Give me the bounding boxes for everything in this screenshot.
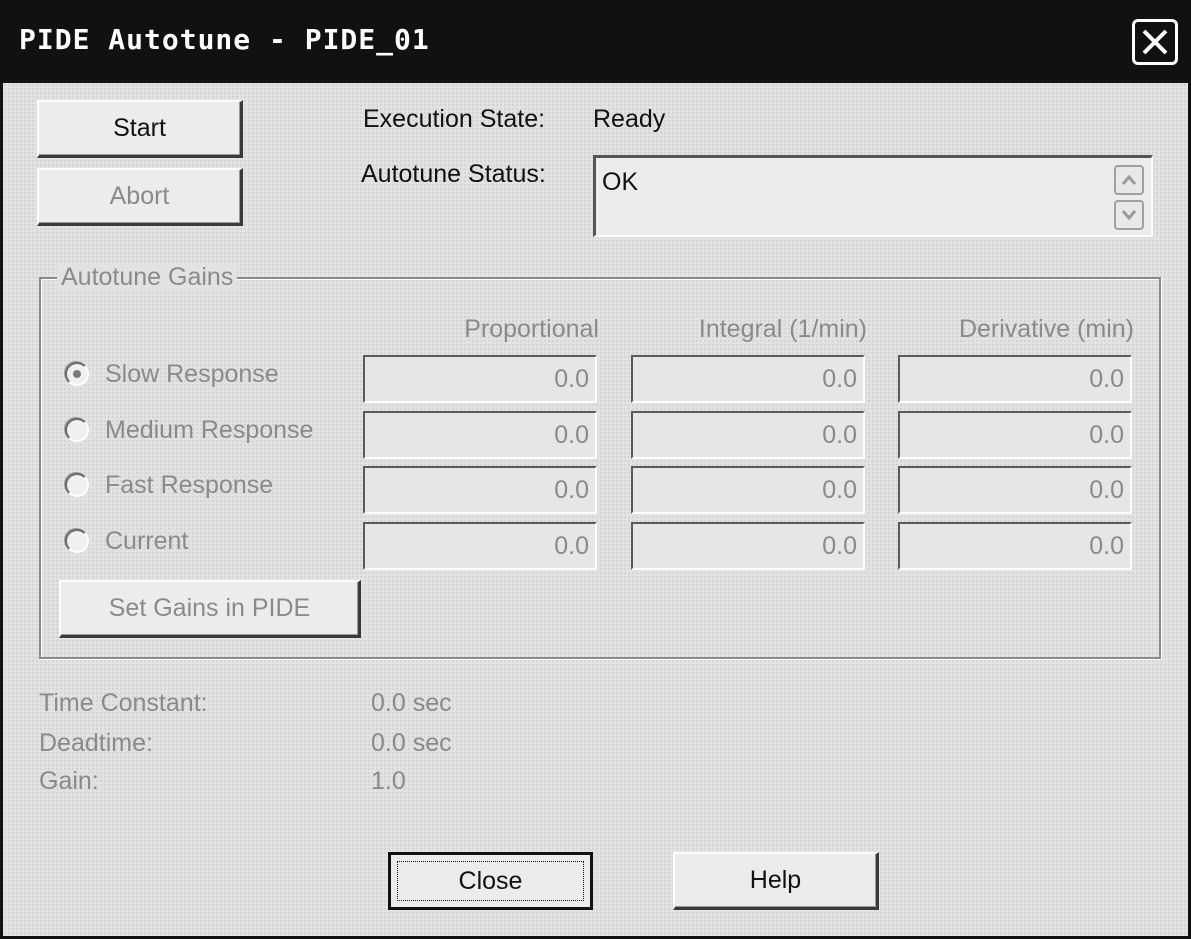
gain-value: 1.0 <box>371 767 406 795</box>
window-close-button[interactable] <box>1132 19 1178 65</box>
autotune-dialog: PIDE Autotune - PIDE_01 Start Abort Exec… <box>0 0 1191 939</box>
set-gains-button-label: Set Gains in PIDE <box>108 594 311 622</box>
field-fast-integral: 0.0 <box>631 466 865 514</box>
field-slow-derivative: 0.0 <box>898 355 1132 403</box>
field-fast-proportional: 0.0 <box>363 466 597 514</box>
radio-slow-response[interactable] <box>65 362 89 386</box>
time-constant-value: 0.0 sec <box>371 689 452 717</box>
close-icon <box>1142 29 1168 55</box>
field-medium-proportional: 0.0 <box>363 411 597 459</box>
column-header-derivative: Derivative (min) <box>958 315 1134 343</box>
chevron-up-icon <box>1121 174 1137 185</box>
abort-button[interactable]: Abort <box>37 168 243 226</box>
gain-label: Gain: <box>39 767 99 795</box>
close-button-label: Close <box>458 866 523 895</box>
start-button-label: Start <box>113 114 166 142</box>
close-button[interactable]: Close <box>388 852 593 910</box>
execution-state-value: Ready <box>593 105 666 133</box>
field-current-integral: 0.0 <box>631 522 865 570</box>
column-header-proportional: Proportional <box>464 315 599 343</box>
deadtime-value: 0.0 sec <box>371 729 452 757</box>
field-fast-derivative: 0.0 <box>898 466 1132 514</box>
scroll-up-button[interactable] <box>1114 165 1144 195</box>
set-gains-button[interactable]: Set Gains in PIDE <box>59 580 361 638</box>
field-current-proportional: 0.0 <box>363 522 597 570</box>
radio-medium-response[interactable] <box>65 418 89 442</box>
autotune-status-box[interactable]: OK <box>593 155 1153 237</box>
help-button-label: Help <box>749 866 802 894</box>
field-slow-integral: 0.0 <box>631 355 865 403</box>
label-fast-response[interactable]: Fast Response <box>105 471 273 500</box>
field-medium-integral: 0.0 <box>631 411 865 459</box>
time-constant-label: Time Constant: <box>39 689 208 717</box>
start-button[interactable]: Start <box>37 100 243 158</box>
help-button[interactable]: Help <box>673 852 879 910</box>
radio-current[interactable] <box>65 529 89 553</box>
autotune-status-value: OK <box>602 168 639 196</box>
label-medium-response[interactable]: Medium Response <box>105 416 313 445</box>
label-slow-response[interactable]: Slow Response <box>105 360 279 389</box>
radio-selected-dot <box>73 370 81 378</box>
field-slow-proportional: 0.0 <box>363 355 597 403</box>
autotune-gains-legend: Autotune Gains <box>57 263 238 292</box>
abort-button-label: Abort <box>109 182 170 210</box>
execution-state-label: Execution State: <box>363 105 546 133</box>
deadtime-label: Deadtime: <box>39 729 153 757</box>
autotune-status-label: Autotune Status: <box>361 160 546 188</box>
radio-fast-response[interactable] <box>65 473 89 497</box>
field-current-derivative: 0.0 <box>898 522 1132 570</box>
title-bar[interactable]: PIDE Autotune - PIDE_01 <box>3 3 1188 83</box>
chevron-down-icon <box>1121 210 1137 221</box>
field-medium-derivative: 0.0 <box>898 411 1132 459</box>
window-title: PIDE Autotune - PIDE_01 <box>19 23 430 56</box>
scroll-down-button[interactable] <box>1114 200 1144 230</box>
label-current[interactable]: Current <box>105 527 188 556</box>
column-header-integral: Integral (1/min) <box>698 315 867 343</box>
